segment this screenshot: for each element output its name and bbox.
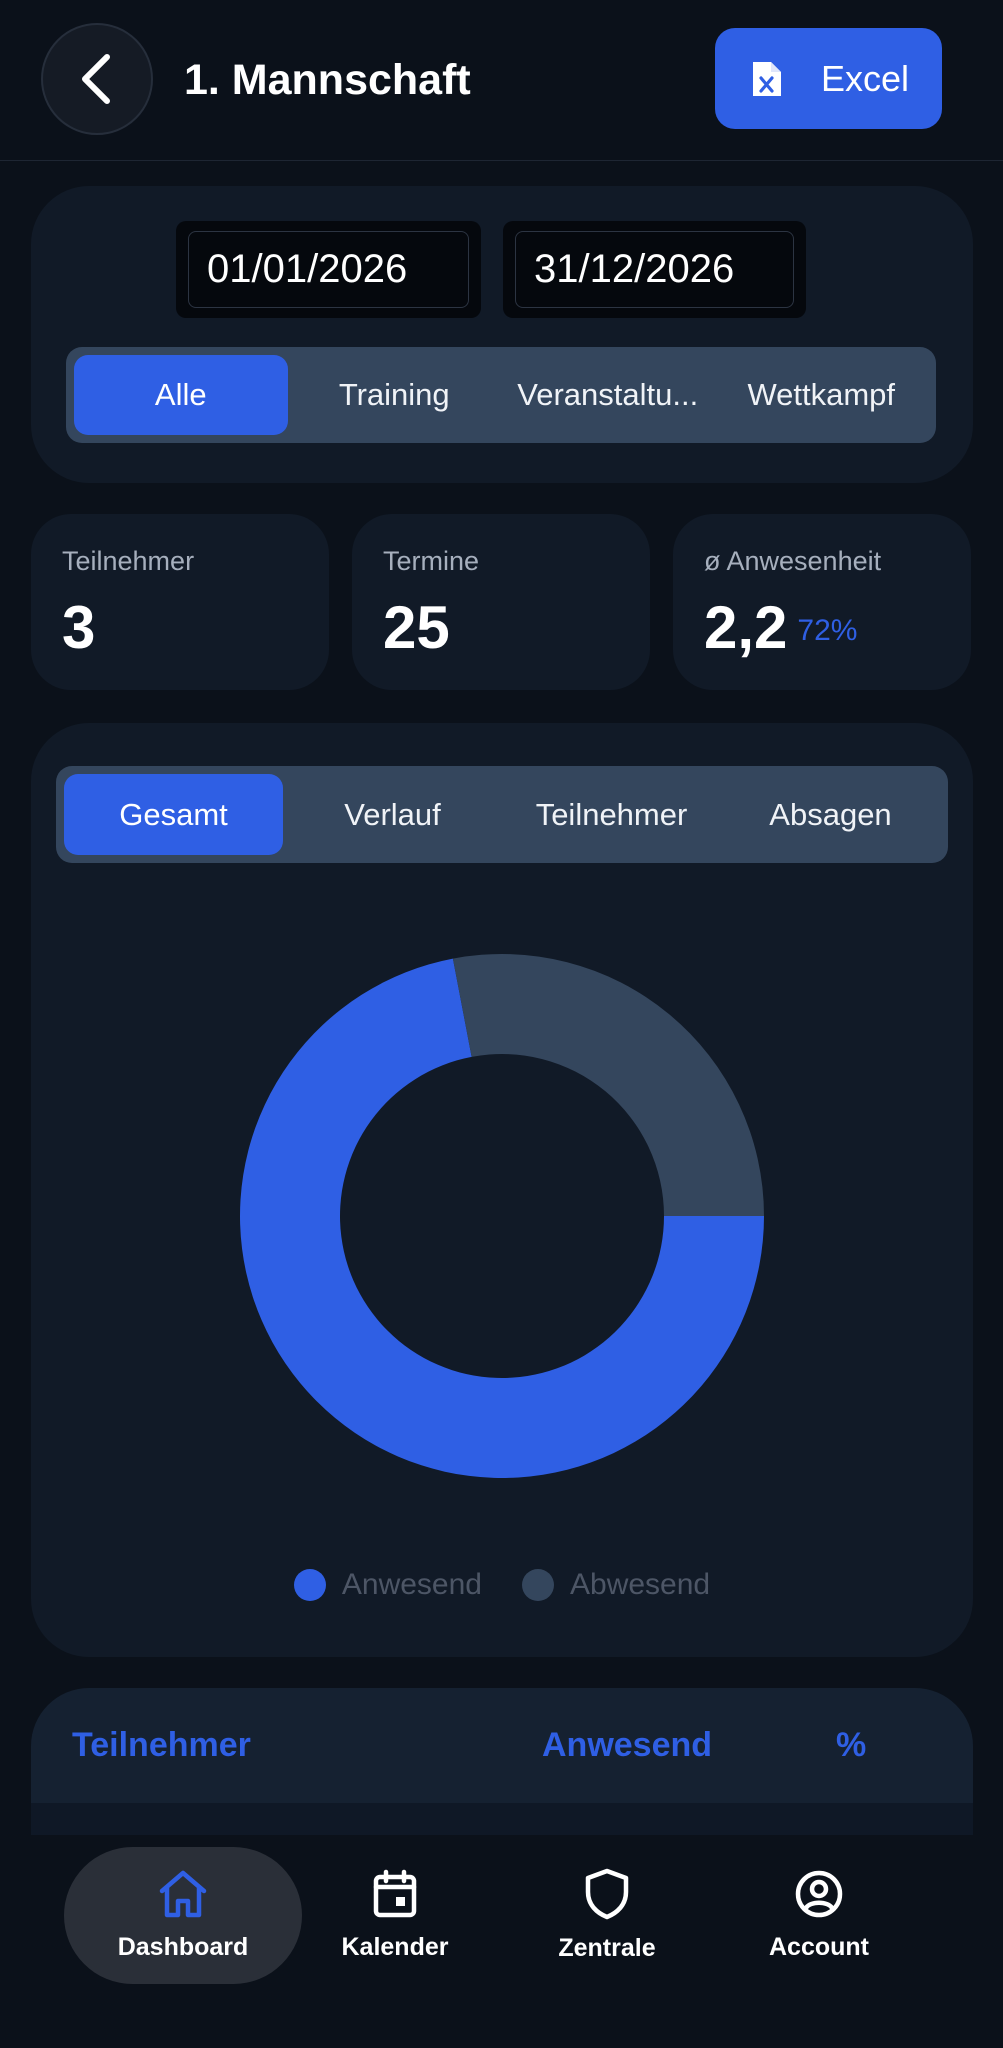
stat-card-attendance: ø Anwesenheit 2,2 72% [673, 514, 971, 690]
donut-slice-abwesend[interactable] [452, 954, 764, 1216]
legend-item-present[interactable]: Anwesend [293, 1568, 482, 1602]
nav-item-account[interactable]: Account [744, 1847, 894, 1984]
nav-item-headquarters[interactable]: Zentrale [532, 1847, 682, 1984]
column-header-present[interactable]: Anwesend [542, 1688, 712, 1803]
participants-table: Teilnehmer Anwesend % [31, 1688, 973, 1835]
page-title: 1. Mannschaft [184, 56, 471, 104]
date-from-field[interactable]: 01/01/2026 [176, 221, 481, 318]
nav-label: Account [769, 1933, 869, 1961]
stat-value: 25 [383, 594, 450, 661]
chart-legend: Anwesend Abwesend [31, 1568, 973, 1602]
attendance-average: 2,2 [704, 594, 788, 661]
nav-label: Kalender [341, 1933, 449, 1961]
tab-overall[interactable]: Gesamt [64, 774, 283, 855]
bottom-navigation: Dashboard Kalender Zentrale Account [0, 1835, 1003, 2048]
account-circle-icon [795, 1870, 843, 1918]
nav-item-dashboard[interactable]: Dashboard [64, 1847, 302, 1984]
home-icon [159, 1870, 207, 1918]
attendance-donut-chart [240, 954, 764, 1478]
back-button[interactable] [41, 23, 153, 135]
date-to-field[interactable]: 31/12/2026 [503, 221, 806, 318]
stat-label: ø Anwesenheit [704, 546, 882, 576]
tab-cancellations[interactable]: Absagen [721, 774, 940, 855]
stat-value: 2,2 72% [704, 592, 857, 667]
table-row-divider [31, 1803, 973, 1835]
chart-view-tabs: Gesamt Verlauf Teilnehmer Absagen [56, 766, 948, 863]
date-to-value: 31/12/2026 [515, 231, 794, 308]
column-header-participant[interactable]: Teilnehmer [72, 1688, 251, 1803]
shield-icon [585, 1868, 629, 1920]
filter-card: 01/01/2026 31/12/2026 Alle Training Vera… [31, 186, 973, 483]
filter-option-event[interactable]: Veranstaltu... [501, 355, 715, 435]
nav-label: Zentrale [558, 1934, 656, 1962]
stat-label: Teilnehmer [62, 546, 195, 576]
stat-card-participants: Teilnehmer 3 [31, 514, 329, 690]
attendance-percent: 72% [797, 614, 858, 647]
filter-option-training[interactable]: Training [288, 355, 502, 435]
stat-label: Termine [383, 546, 480, 576]
event-type-filter: Alle Training Veranstaltu... Wettkampf [66, 347, 936, 443]
calendar-icon [373, 1869, 417, 1918]
excel-export-button[interactable]: Excel [715, 28, 942, 129]
tab-trend[interactable]: Verlauf [283, 774, 502, 855]
legend-dot-absent [522, 1569, 554, 1601]
legend-item-absent[interactable]: Abwesend [522, 1568, 710, 1602]
header: 1. Mannschaft Excel [0, 0, 1003, 161]
column-header-percent[interactable]: % [836, 1688, 866, 1803]
legend-label-present: Anwesend [341, 1568, 482, 1601]
tab-participants[interactable]: Teilnehmer [502, 774, 721, 855]
stat-value: 3 [62, 594, 96, 661]
chart-card: Gesamt Verlauf Teilnehmer Absagen Anwese… [31, 723, 973, 1657]
chevron-left-icon [82, 54, 110, 104]
stat-card-events: Termine 25 [352, 514, 650, 690]
legend-label-absent: Abwesend [570, 1568, 711, 1601]
excel-file-icon [753, 61, 781, 96]
nav-label: Dashboard [117, 1933, 249, 1961]
filter-option-competition[interactable]: Wettkampf [715, 355, 929, 435]
nav-item-calendar[interactable]: Kalender [320, 1847, 470, 1984]
date-from-value: 01/01/2026 [188, 231, 469, 308]
legend-dot-present [293, 1569, 326, 1601]
excel-export-label: Excel [821, 57, 910, 99]
filter-option-all[interactable]: Alle [74, 355, 288, 435]
